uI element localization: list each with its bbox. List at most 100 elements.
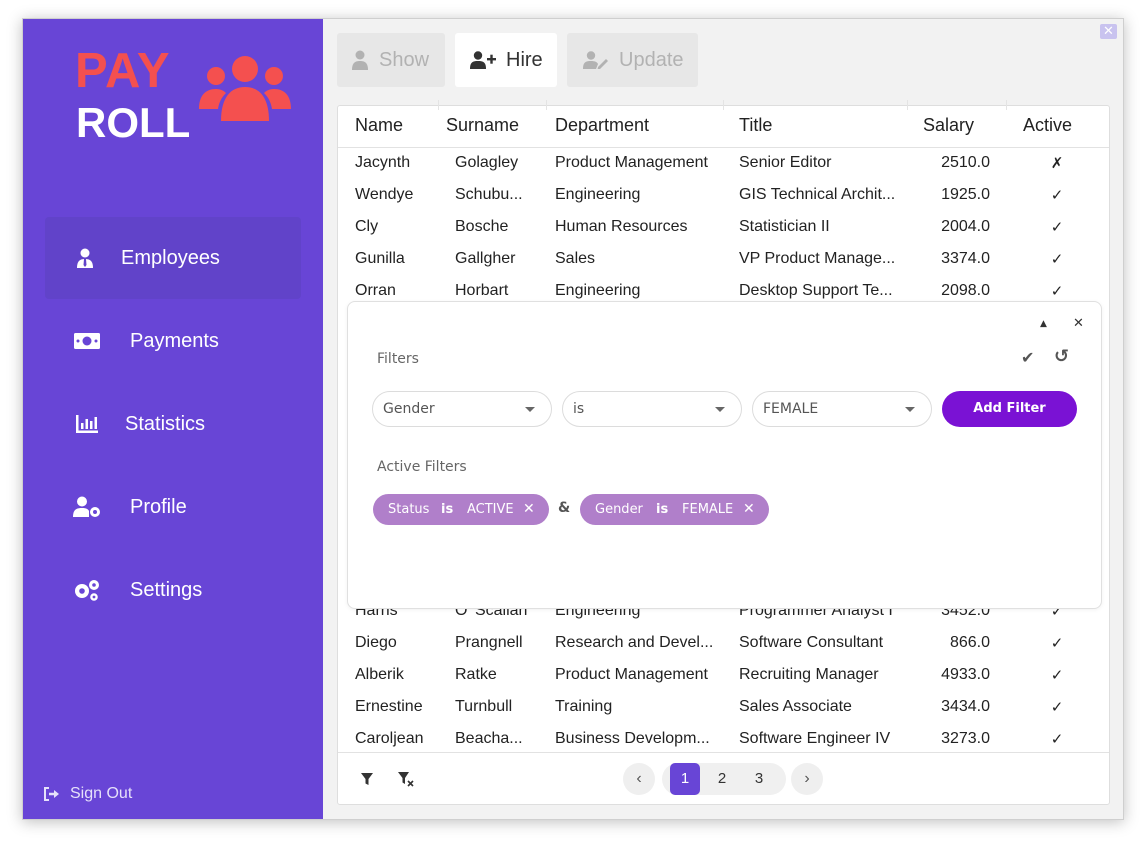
cell-name: Cly	[355, 218, 379, 235]
column-divider	[907, 100, 908, 110]
add-filter-button[interactable]: Add Filter	[942, 391, 1077, 427]
active-filter-chip: Status is ACTIVE ✕	[373, 494, 549, 525]
user-cog-icon	[73, 496, 101, 518]
cell-surname: Gallgher	[455, 250, 516, 267]
sidebar-item-profile[interactable]: Profile	[45, 466, 301, 548]
chip-value: ACTIVE	[467, 502, 514, 517]
filter-field-select[interactable]: Gender	[372, 391, 552, 427]
sign-out-button[interactable]: Sign Out	[43, 785, 132, 803]
cell-salary: 3434.0	[941, 698, 990, 715]
filter-value-select[interactable]: FEMALE	[752, 391, 932, 427]
reset-icon[interactable]: ↺	[1054, 346, 1069, 367]
chevron-down-icon	[715, 407, 725, 412]
app-window: ✕ PAY ROLL Employees Payments Statistics…	[22, 18, 1124, 820]
cell-salary: 1925.0	[941, 186, 990, 203]
sidebar-item-statistics[interactable]: Statistics	[45, 383, 301, 465]
table-row[interactable]: Ernestine Turnbull Training Sales Associ…	[338, 692, 1109, 724]
table-header: Name Surname Department Title Salary Act…	[338, 100, 1109, 148]
column-header-surname[interactable]: Surname	[446, 115, 519, 136]
cell-department: Engineering	[555, 186, 641, 203]
cell-surname: Bosche	[455, 218, 509, 235]
users-group-icon	[199, 56, 291, 121]
cell-active: ✓	[1050, 698, 1064, 716]
cell-salary: 2510.0	[941, 154, 990, 171]
cell-department: Training	[555, 698, 613, 715]
filter-operator-select[interactable]: is	[562, 391, 742, 427]
chip-field: Status	[388, 502, 430, 517]
table-row[interactable]: Diego Prangnell Research and Devel... So…	[338, 628, 1109, 660]
filter-value-value: FEMALE	[763, 401, 819, 417]
active-filters-title: Active Filters	[377, 459, 467, 475]
sign-out-icon	[44, 787, 59, 801]
cell-surname: Prangnell	[455, 634, 523, 651]
cell-title: Sales Associate	[739, 698, 852, 715]
tab-update[interactable]: Update	[567, 33, 698, 87]
cell-active: ✓	[1050, 730, 1064, 748]
page-button-3[interactable]: 3	[744, 763, 774, 795]
sidebar: PAY ROLL Employees Payments Statistics P…	[23, 19, 323, 819]
cell-name: Ernestine	[355, 698, 423, 715]
user-plus-icon	[470, 51, 496, 69]
cell-surname: Beacha...	[455, 730, 523, 747]
collapse-icon[interactable]: ▲	[1040, 319, 1047, 329]
close-icon[interactable]: ✕	[1073, 316, 1084, 331]
cell-salary: 4933.0	[941, 666, 990, 683]
remove-chip-icon[interactable]: ✕	[743, 494, 755, 525]
column-header-title[interactable]: Title	[739, 115, 772, 136]
chart-bar-icon	[73, 413, 101, 435]
cell-department: Product Management	[555, 154, 708, 171]
cell-salary: 2004.0	[941, 218, 990, 235]
cell-active: ✓	[1050, 250, 1064, 268]
next-page-button[interactable]: ›	[791, 763, 823, 795]
cell-title: Senior Editor	[739, 154, 832, 171]
clear-filter-icon[interactable]	[396, 769, 416, 789]
cell-title: GIS Technical Archit...	[739, 186, 896, 203]
tab-show[interactable]: Show	[337, 33, 445, 87]
sidebar-item-label: Employees	[121, 246, 220, 269]
cell-salary: 3374.0	[941, 250, 990, 267]
prev-page-button[interactable]: ‹	[623, 763, 655, 795]
cell-department: Product Management	[555, 666, 708, 683]
apply-icon[interactable]: ✔	[1021, 348, 1034, 367]
chevron-down-icon	[905, 407, 915, 412]
cell-name: Alberik	[355, 666, 404, 683]
table-row[interactable]: Cly Bosche Human Resources Statistician …	[338, 212, 1109, 244]
page-button-2[interactable]: 2	[707, 763, 737, 795]
cell-surname: Schubu...	[455, 186, 523, 203]
column-header-department[interactable]: Department	[555, 115, 649, 136]
cell-surname: Golagley	[455, 154, 519, 171]
filter-field-value: Gender	[383, 401, 435, 417]
cell-department: Engineering	[555, 282, 641, 299]
table-footer: ‹ 1 2 3 ›	[338, 752, 1109, 804]
user-edit-icon	[583, 51, 609, 69]
cell-surname: Ratke	[455, 666, 497, 683]
filter-operator-value: is	[573, 401, 585, 417]
column-divider	[1006, 100, 1007, 110]
column-divider	[438, 100, 439, 110]
tab-label: Hire	[506, 48, 543, 71]
remove-chip-icon[interactable]: ✕	[523, 494, 535, 525]
page-button-1[interactable]: 1	[670, 763, 700, 795]
sidebar-item-employees[interactable]: Employees	[45, 217, 301, 299]
chip-value: FEMALE	[682, 502, 734, 517]
column-header-salary[interactable]: Salary	[923, 115, 974, 136]
table-row[interactable]: Gunilla Gallgher Sales VP Product Manage…	[338, 244, 1109, 276]
window-close-icon[interactable]: ✕	[1100, 24, 1117, 39]
cell-name: Caroljean	[355, 730, 424, 747]
table-row[interactable]: Wendye Schubu... Engineering GIS Technic…	[338, 180, 1109, 212]
chip-field: Gender	[595, 502, 643, 517]
column-header-name[interactable]: Name	[355, 115, 403, 136]
gears-icon	[73, 579, 101, 601]
sidebar-item-payments[interactable]: Payments	[45, 300, 301, 382]
sidebar-item-label: Payments	[130, 329, 219, 352]
sign-out-label: Sign Out	[70, 785, 133, 802]
table-row[interactable]: Alberik Ratke Product Management Recruit…	[338, 660, 1109, 692]
cell-title: VP Product Manage...	[739, 250, 896, 267]
chip-operator: is	[441, 502, 454, 517]
logo-roll-text: ROLL	[76, 99, 191, 146]
column-header-active[interactable]: Active	[1023, 115, 1072, 136]
tab-hire[interactable]: Hire	[455, 33, 557, 87]
filter-icon[interactable]	[358, 769, 378, 789]
sidebar-item-settings[interactable]: Settings	[45, 549, 301, 631]
table-row[interactable]: Jacynth Golagley Product Management Seni…	[338, 148, 1109, 180]
